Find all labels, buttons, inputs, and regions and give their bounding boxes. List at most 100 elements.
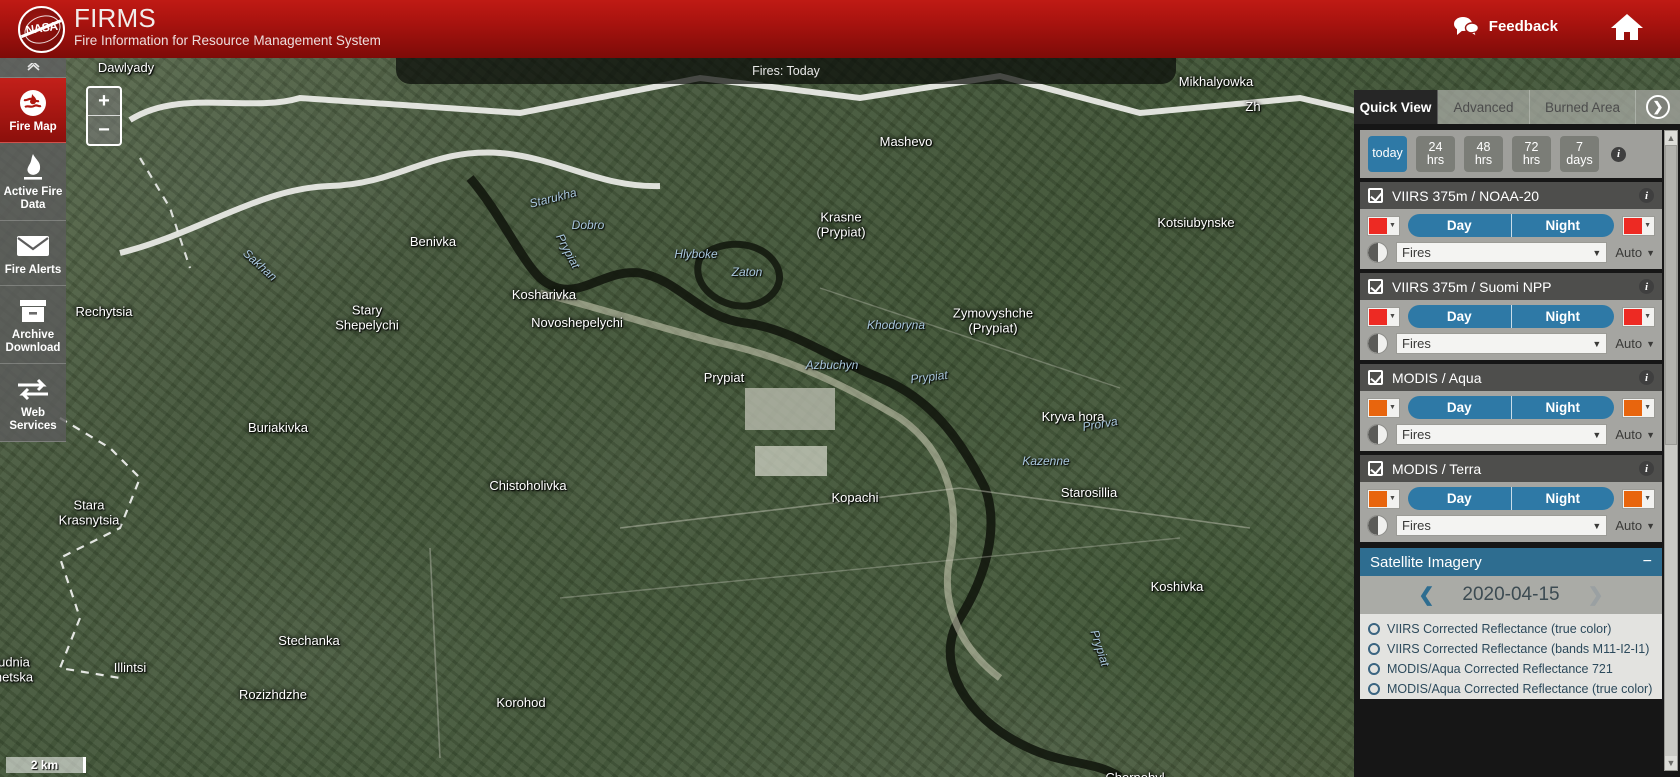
day-button[interactable]: Day (1408, 487, 1512, 510)
sensor-checkbox-viirs-375m-suomi-npp[interactable] (1368, 279, 1383, 294)
time-button-today[interactable]: today (1368, 136, 1407, 172)
tab-quick-view[interactable]: Quick View (1354, 90, 1438, 124)
info-icon[interactable]: i (1639, 370, 1654, 385)
chevron-down-icon: ▼ (1389, 222, 1396, 229)
page-title: FIRMS (74, 3, 156, 33)
day-night-toggle[interactable]: Day Night (1407, 305, 1615, 328)
auto-refresh-dropdown[interactable]: Auto ▼ (1615, 518, 1655, 533)
zoom-controls[interactable]: + − (86, 86, 122, 146)
tab-next-button[interactable]: ❯ (1636, 90, 1680, 124)
day-button[interactable]: Day (1408, 305, 1512, 328)
day-night-toggle[interactable]: Day Night (1407, 214, 1615, 237)
time-button-24hrs[interactable]: 24 hrs (1416, 136, 1455, 172)
moon-phase-icon[interactable] (1367, 424, 1388, 445)
night-button[interactable]: Night (1512, 214, 1615, 237)
layer-select[interactable]: Fires ▼ (1396, 424, 1608, 445)
layer-select[interactable]: Fires ▼ (1396, 242, 1608, 263)
zoom-in-button[interactable]: + (88, 88, 120, 116)
night-button[interactable]: Night (1512, 396, 1615, 419)
night-color-picker[interactable]: ▼ (1622, 397, 1655, 418)
auto-label: Auto (1615, 518, 1643, 533)
sidebar-item-active-fire-data[interactable]: Active Fire Data (0, 143, 66, 221)
satellite-imagery-collapse-button[interactable]: − (1643, 553, 1652, 571)
sidebar-collapse-button[interactable] (0, 58, 66, 78)
moon-phase-icon[interactable] (1367, 333, 1388, 354)
info-icon[interactable]: i (1639, 188, 1654, 203)
day-button[interactable]: Day (1408, 214, 1512, 237)
sensor-checkbox-modis-aqua[interactable] (1368, 370, 1383, 385)
moon-phase-icon[interactable] (1367, 242, 1388, 263)
radio-button[interactable] (1368, 623, 1380, 635)
day-color-picker[interactable]: ▼ (1367, 306, 1400, 327)
sensor-checkbox-modis-terra[interactable] (1368, 461, 1383, 476)
info-icon[interactable]: i (1639, 461, 1654, 476)
day-night-toggle[interactable]: Day Night (1407, 487, 1615, 510)
auto-refresh-dropdown[interactable]: Auto ▼ (1615, 427, 1655, 442)
day-color-picker[interactable]: ▼ (1367, 488, 1400, 509)
sidebar-item-fire-alerts[interactable]: Fire Alerts (0, 221, 66, 286)
time-range-buttons: today 24 hrs 48 hrs 72 hrs 7 days i (1360, 130, 1662, 178)
sidebar-item-archive-download[interactable]: Archive Download (0, 286, 66, 364)
satellite-imagery-option[interactable]: VIIRS Corrected Reflectance (true color) (1368, 619, 1654, 639)
sensor-header: MODIS / Aqua i (1360, 364, 1662, 391)
day-night-toggle[interactable]: Day Night (1407, 396, 1615, 419)
satellite-imagery-option-label: VIIRS Corrected Reflectance (bands M11-I… (1387, 642, 1650, 656)
auto-refresh-dropdown[interactable]: Auto ▼ (1615, 336, 1655, 351)
exchange-arrows-icon (2, 373, 64, 405)
layer-select[interactable]: Fires ▼ (1396, 515, 1608, 536)
time-button-72hrs[interactable]: 72 hrs (1512, 136, 1551, 172)
time-button-7days[interactable]: 7 days (1560, 136, 1599, 172)
nasa-logo-icon[interactable]: NASA (18, 6, 65, 53)
radio-button[interactable] (1368, 683, 1380, 695)
night-color-picker[interactable]: ▼ (1622, 488, 1655, 509)
sidebar-item-web-services[interactable]: Web Services (0, 364, 66, 442)
radio-button[interactable] (1368, 643, 1380, 655)
sensor-checkbox-viirs-375m-noaa-20[interactable] (1368, 188, 1383, 203)
moon-phase-icon[interactable] (1367, 515, 1388, 536)
time-button-48hrs[interactable]: 48 hrs (1464, 136, 1503, 172)
info-icon[interactable]: i (1639, 279, 1654, 294)
day-color-picker[interactable]: ▼ (1367, 215, 1400, 236)
layer-select[interactable]: Fires ▼ (1396, 333, 1608, 354)
sensor-row-layer: Fires ▼ Auto ▼ (1367, 424, 1655, 445)
tab-burned-area[interactable]: Burned Area (1530, 90, 1636, 124)
night-color-picker[interactable]: ▼ (1622, 306, 1655, 327)
scroll-up-button[interactable]: ▲ (1665, 131, 1677, 145)
tab-advanced[interactable]: Advanced (1438, 90, 1530, 124)
date-prev-button[interactable]: ❮ (1418, 584, 1434, 607)
sensor-header: VIIRS 375m / Suomi NPP i (1360, 273, 1662, 300)
info-icon[interactable]: i (1611, 146, 1626, 162)
scrollbar-thumb[interactable] (1665, 145, 1677, 445)
panel-scrollbar[interactable]: ▲ ▼ (1664, 130, 1678, 771)
scroll-down-button[interactable]: ▼ (1665, 756, 1677, 770)
chevron-down-icon: ▼ (1646, 247, 1655, 258)
night-color-picker[interactable]: ▼ (1622, 215, 1655, 236)
home-button[interactable] (1610, 12, 1644, 47)
sensor-body: ▼ Day Night ▼ Fires ▼ Auto ▼ (1360, 209, 1662, 269)
radio-button[interactable] (1368, 663, 1380, 675)
night-button[interactable]: Night (1512, 487, 1615, 510)
date-next-button[interactable]: ❯ (1588, 584, 1604, 607)
sidebar-item-fire-map[interactable]: Fire Map (0, 78, 66, 143)
satellite-imagery-header: Satellite Imagery − (1360, 548, 1662, 576)
sensor-block-modis-terra: MODIS / Terra i ▼ Day Night ▼ Fires ▼ Auto ▼ (1360, 455, 1662, 542)
day-button[interactable]: Day (1408, 396, 1512, 419)
satellite-imagery-option[interactable]: VIIRS Corrected Reflectance (bands M11-I… (1368, 639, 1654, 659)
chevron-down-icon: ▼ (1646, 520, 1655, 531)
panel-body: today 24 hrs 48 hrs 72 hrs 7 days i VIIRS 375m / … (1354, 124, 1680, 777)
sidebar-item-label: Archive Download (5, 329, 61, 354)
chevron-down-icon: ▼ (1644, 313, 1651, 320)
time-button-line1: 7 (1576, 139, 1583, 154)
zoom-out-button[interactable]: − (88, 116, 120, 144)
satellite-imagery-date-nav: ❮ 2020-04-15 ❯ (1360, 576, 1662, 614)
satellite-imagery-option[interactable]: MODIS/Aqua Corrected Reflectance 721 (1368, 659, 1654, 679)
auto-refresh-dropdown[interactable]: Auto ▼ (1615, 245, 1655, 260)
feedback-button[interactable]: Feedback (1453, 16, 1558, 36)
day-color-picker[interactable]: ▼ (1367, 397, 1400, 418)
satellite-imagery-option[interactable]: MODIS/Aqua Corrected Reflectance (true c… (1368, 679, 1654, 699)
sidebar-item-label: Web Services (9, 407, 57, 432)
night-button[interactable]: Night (1512, 305, 1615, 328)
app-header: NASA FIRMS Fire Information for Resource… (0, 0, 1680, 58)
sensor-header: MODIS / Terra i (1360, 455, 1662, 482)
sensor-body: ▼ Day Night ▼ Fires ▼ Auto ▼ (1360, 482, 1662, 542)
